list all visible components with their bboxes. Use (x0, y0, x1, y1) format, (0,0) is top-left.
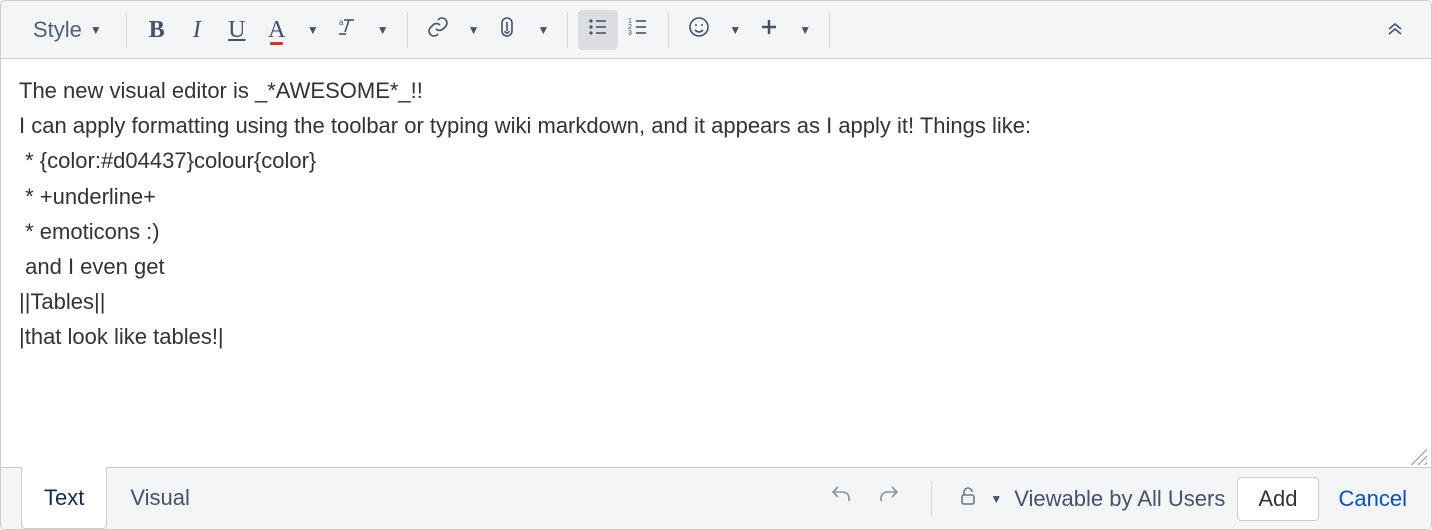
undo-icon (829, 486, 853, 513)
redo-button[interactable] (871, 477, 907, 520)
italic-button[interactable]: I (177, 10, 217, 50)
emoji-icon (687, 15, 711, 44)
more-formatting-dropdown[interactable]: ▼ (367, 10, 397, 50)
editor-toolbar: Style ▼ B I U A ▼ (1, 1, 1431, 59)
italic-icon: I (193, 18, 201, 42)
clear-formatting-icon: a (335, 15, 359, 44)
double-chevron-up-icon (1383, 26, 1407, 43)
visibility-label: Viewable by All Users (1014, 486, 1225, 512)
link-dropdown[interactable]: ▼ (458, 10, 488, 50)
chevron-down-icon: ▼ (729, 23, 741, 37)
tab-text[interactable]: Text (21, 467, 107, 529)
editor-textarea[interactable]: The new visual editor is _*AWESOME*_!! I… (1, 59, 1431, 467)
chevron-down-icon: ▼ (537, 23, 549, 37)
resize-handle[interactable] (1409, 447, 1427, 465)
svg-text:3: 3 (628, 30, 632, 37)
emoji-dropdown[interactable]: ▼ (719, 10, 749, 50)
text-color-button[interactable]: A (257, 10, 297, 50)
numbered-list-button[interactable]: 123 (618, 10, 658, 50)
attachment-dropdown[interactable]: ▼ (527, 10, 557, 50)
style-dropdown-label: Style (33, 17, 82, 43)
toolbar-separator (668, 12, 669, 48)
tab-label: Text (44, 485, 84, 511)
bullet-list-button[interactable] (578, 10, 618, 50)
chevron-down-icon: ▼ (377, 23, 389, 37)
text-color-dropdown[interactable]: ▼ (297, 10, 327, 50)
attachment-button[interactable] (487, 10, 527, 50)
toolbar-separator (126, 12, 127, 48)
bold-button[interactable]: B (137, 10, 177, 50)
tab-visual[interactable]: Visual (107, 467, 213, 529)
chevron-down-icon: ▼ (307, 23, 319, 37)
editor-mode-tabs: Text Visual (21, 467, 213, 529)
text-color-icon: A (268, 18, 285, 42)
cancel-link[interactable]: Cancel (1331, 486, 1415, 512)
visibility-dropdown[interactable]: ▼ (956, 484, 1002, 513)
toolbar-separator (567, 12, 568, 48)
clear-formatting-button[interactable]: a (327, 10, 367, 50)
expand-toolbar-button[interactable] (1371, 9, 1419, 50)
underline-icon: U (228, 18, 245, 42)
bold-icon: B (149, 18, 165, 42)
toolbar-separator (407, 12, 408, 48)
editor-footer: Text Visual ▼ (1, 467, 1431, 529)
toolbar-separator (829, 12, 830, 48)
unlock-icon (956, 484, 980, 513)
chevron-down-icon: ▼ (90, 23, 102, 37)
plus-icon (757, 15, 781, 44)
link-icon (426, 15, 450, 44)
rich-text-editor: Style ▼ B I U A ▼ (0, 0, 1432, 530)
svg-text:a: a (339, 18, 344, 27)
underline-button[interactable]: U (217, 10, 257, 50)
footer-separator (931, 481, 932, 517)
chevron-down-icon: ▼ (799, 23, 811, 37)
numbered-list-icon: 123 (626, 15, 650, 44)
link-button[interactable] (418, 10, 458, 50)
redo-icon (877, 486, 901, 513)
attachment-icon (495, 15, 519, 44)
tab-label: Visual (130, 485, 190, 511)
add-button[interactable]: Add (1237, 477, 1318, 521)
insert-more-dropdown[interactable]: ▼ (789, 10, 819, 50)
emoji-button[interactable] (679, 10, 719, 50)
undo-button[interactable] (823, 477, 859, 520)
style-dropdown[interactable]: Style ▼ (19, 10, 116, 50)
bullet-list-icon (586, 15, 610, 44)
chevron-down-icon: ▼ (990, 492, 1002, 506)
insert-more-button[interactable] (749, 10, 789, 50)
chevron-down-icon: ▼ (468, 23, 480, 37)
